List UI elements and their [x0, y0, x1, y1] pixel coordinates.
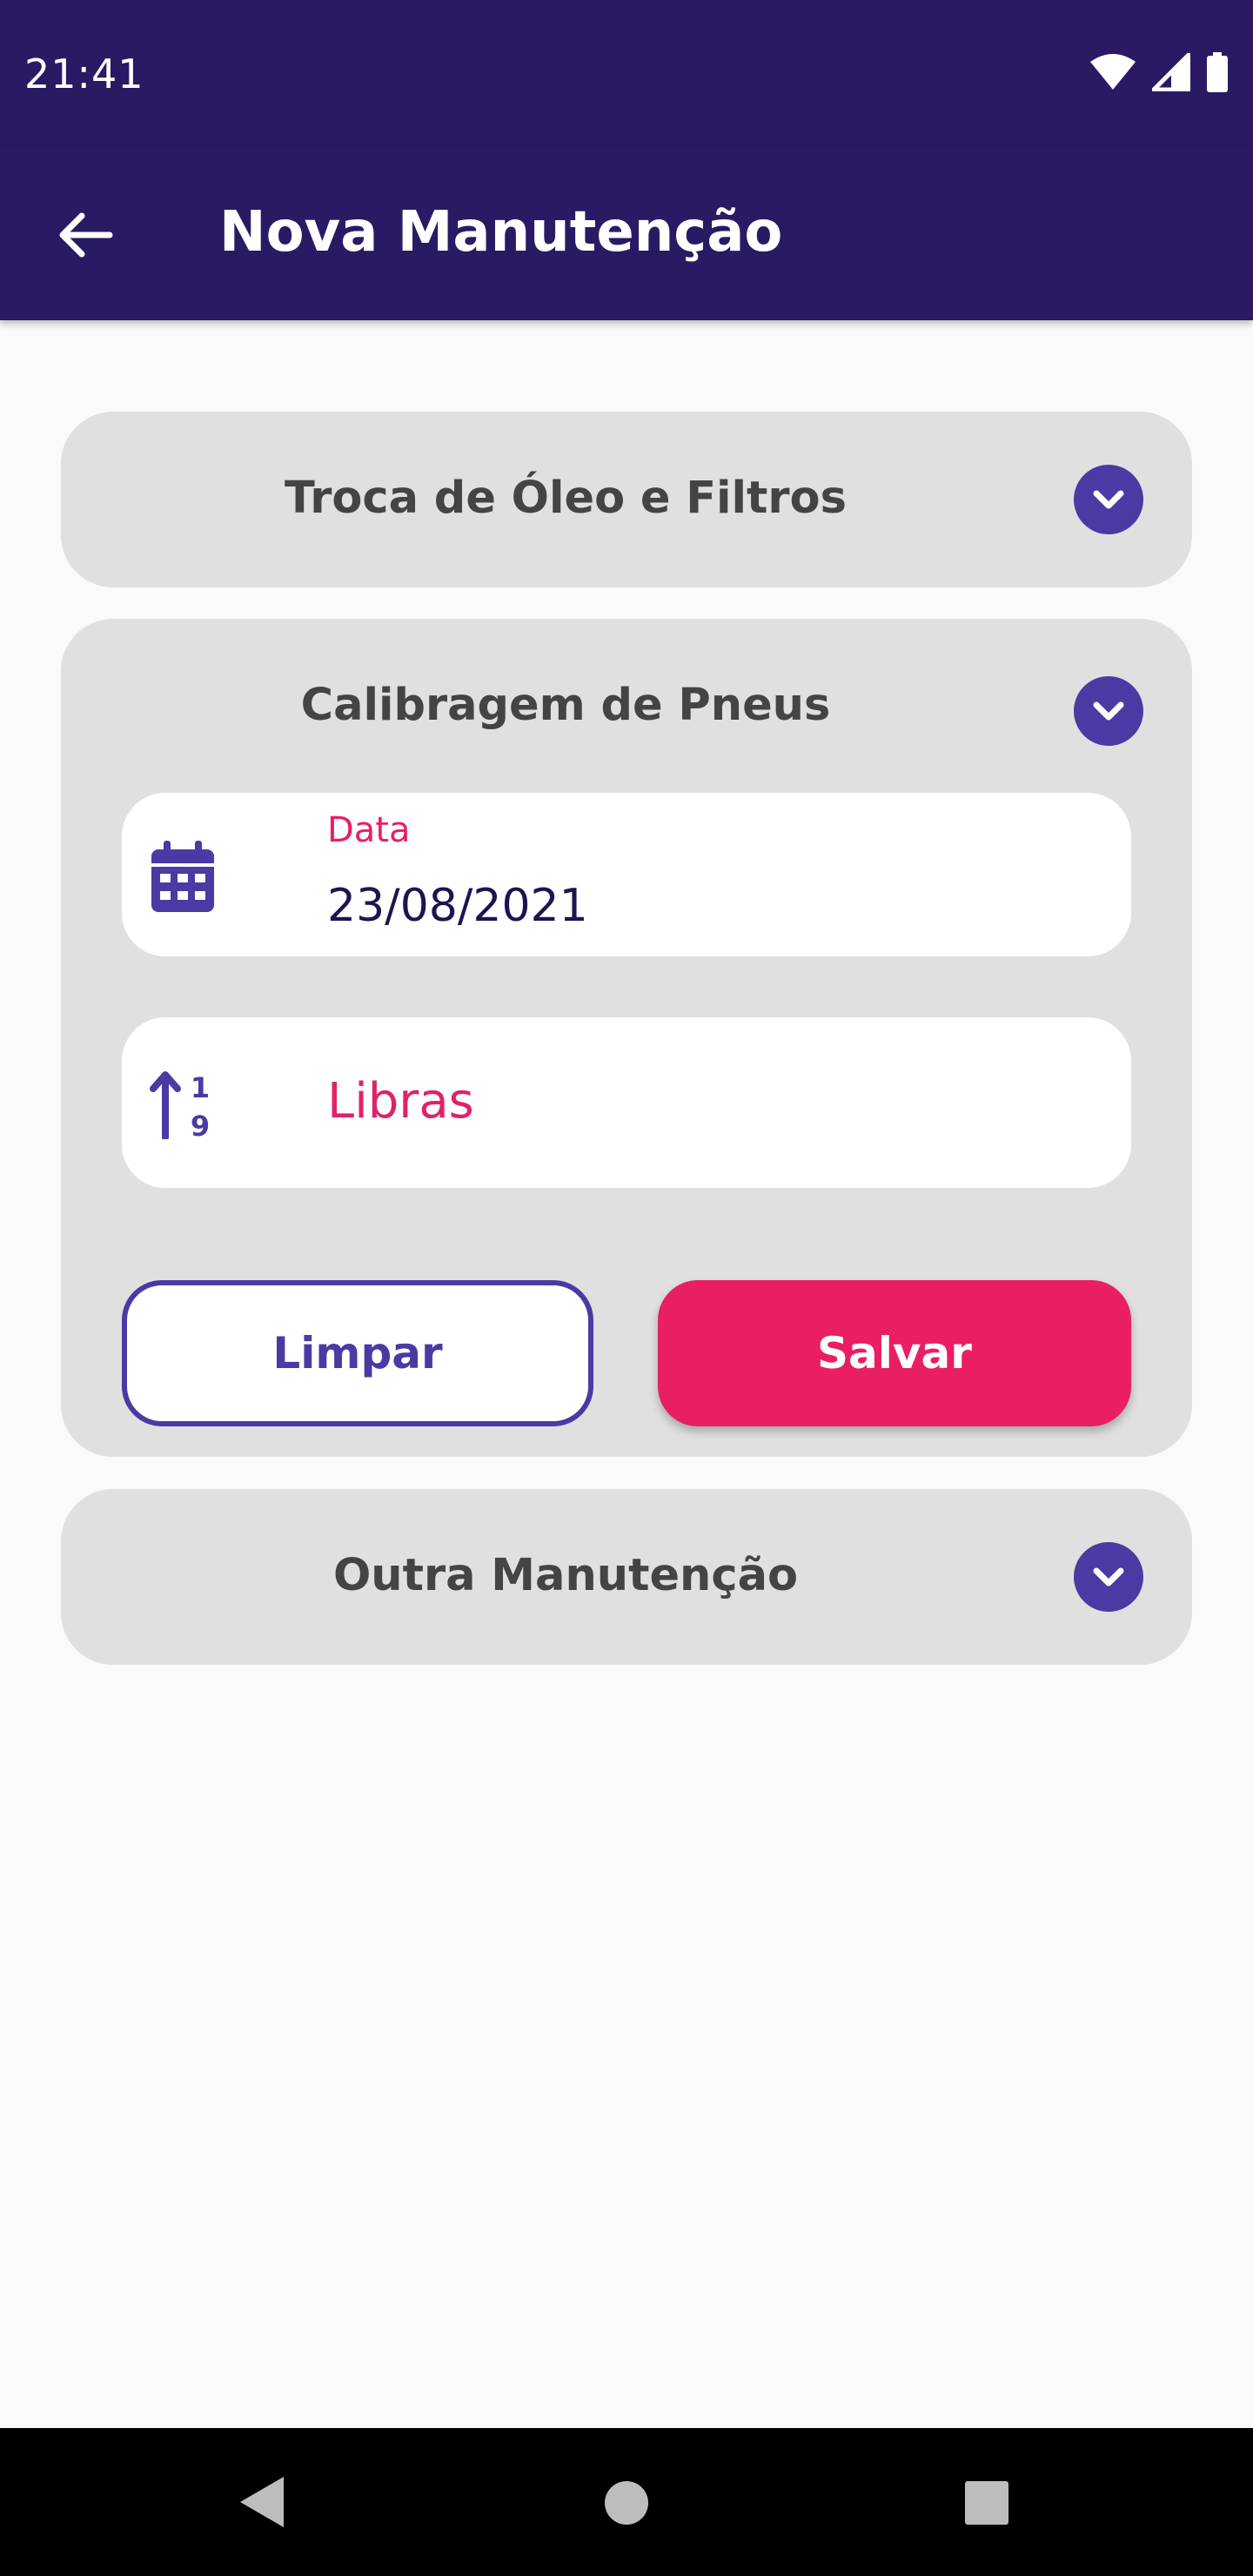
- sort-numeric-icon: 1 9: [150, 1071, 210, 1139]
- chevron-down-icon: [1093, 490, 1124, 509]
- nav-back-icon[interactable]: [237, 2475, 285, 2529]
- status-icons: [1089, 52, 1229, 92]
- calendar-icon: [151, 841, 214, 912]
- svg-text:9: 9: [191, 1110, 210, 1139]
- app-bar: Nova Manutenção: [0, 148, 1253, 320]
- status-time: 21:41: [24, 50, 144, 97]
- section-oil-change[interactable]: Troca de Óleo e Filtros: [61, 412, 1192, 587]
- section-title: Troca de Óleo e Filtros: [285, 473, 847, 524]
- clear-button[interactable]: Limpar: [122, 1280, 593, 1426]
- section-title: Calibragem de Pneus: [300, 680, 831, 731]
- section-title: Outra Manutenção: [332, 1550, 799, 1601]
- signal-icon: [1152, 53, 1190, 91]
- nav-home-icon[interactable]: [604, 2480, 649, 2526]
- date-value: 23/08/2021: [327, 880, 588, 932]
- save-button[interactable]: Salvar: [658, 1280, 1131, 1426]
- status-bar: 21:41: [0, 0, 1253, 148]
- battery-icon: [1207, 52, 1228, 92]
- pressure-field[interactable]: 1 9 Libras: [122, 1017, 1131, 1188]
- svg-text:1: 1: [191, 1071, 210, 1104]
- collapse-button[interactable]: [1074, 676, 1143, 746]
- wifi-icon: [1090, 54, 1136, 90]
- expand-button[interactable]: [1074, 1542, 1143, 1612]
- date-field[interactable]: Data 23/08/2021: [122, 793, 1131, 956]
- pressure-input: Libras: [327, 1073, 474, 1130]
- nav-recents-icon[interactable]: [964, 2480, 1009, 2526]
- page-title: Nova Manutenção: [219, 200, 783, 265]
- section-tire-calibration: Calibragem de Pneus Data 23/08/2021 1 9: [61, 619, 1192, 1457]
- date-label: Data: [327, 810, 411, 850]
- section-other-maintenance[interactable]: Outra Manutenção: [61, 1489, 1192, 1665]
- chevron-down-icon: [1093, 1567, 1124, 1587]
- arrow-back-icon: [59, 212, 113, 258]
- navigation-bar: [0, 2428, 1253, 2576]
- back-button[interactable]: [52, 202, 118, 268]
- expand-button[interactable]: [1074, 465, 1143, 534]
- chevron-down-icon: [1093, 701, 1124, 721]
